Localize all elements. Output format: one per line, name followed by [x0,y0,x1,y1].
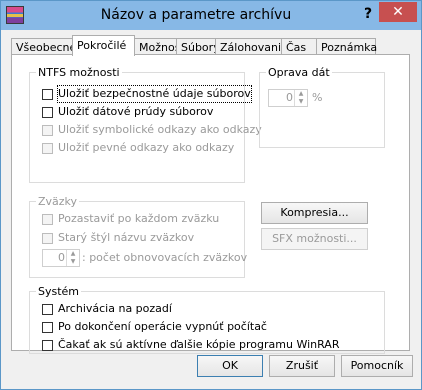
checkbox[interactable] [42,303,53,315]
spinner-value: 0 [58,251,65,264]
title-bar[interactable]: Názov a parametre archívu ? ✕ [1,1,421,30]
tab-backup[interactable]: Zálohovanie [215,38,288,55]
option-label: Starý štýl názvu zväzkov [58,231,195,244]
dialog-client: Všeobecné Pokročilé Možnosti Súbory Zálo… [1,30,421,389]
checkbox [42,232,53,244]
option-label: Uložiť dátové prúdy súborov [58,105,214,118]
ntfs-option-symlinks: Uložiť symbolické odkazy ako odkazy [42,122,262,138]
spin-down-icon: ▼ [298,98,304,105]
tab-files[interactable]: Súbory [176,38,220,55]
tab-strip: Všeobecné Pokročilé Možnosti Súbory Zálo… [1,30,421,56]
option-label: Uložiť symbolické odkazy ako odkazy [58,123,262,136]
option-label: Uložiť bezpečnostné údaje súborov [57,85,252,103]
tab-options[interactable]: Možnosti [134,38,188,55]
checkbox[interactable] [42,106,53,118]
system-option-shutdown[interactable]: Po dokončení operácie vypnúť počítač [42,319,267,335]
sfx-options-button: SFX možnosti... [261,228,368,250]
tab-comment[interactable]: Poznámka [316,38,377,55]
close-icon[interactable]: ✕ [379,2,417,22]
checkbox [42,142,53,154]
spinner-arrows: ▲ ▼ [66,250,79,266]
ntfs-options-group: NTFS možnosti Uložiť bezpečnostné údaje … [29,66,262,183]
spin-down-icon: ▼ [70,258,76,265]
recovery-group-title: Oprava dát [266,66,332,79]
ntfs-option-security[interactable]: Uložiť bezpečnostné údaje súborov [42,85,252,103]
volumes-group-title: Zväzky [36,195,80,208]
ntfs-option-hardlinks: Uložiť pevné odkazy ako odkazy [42,140,234,156]
checkbox[interactable] [42,339,53,351]
checkbox [42,124,53,136]
dialog-window: Názov a parametre archívu ? ✕ Všeobecné … [0,0,422,390]
ok-button[interactable]: OK [197,355,263,377]
help-icon[interactable]: ? [357,4,379,24]
help-button[interactable]: Pomocník [341,355,413,377]
option-label: Uložiť pevné odkazy ako odkazy [58,141,235,154]
cancel-button[interactable]: Zrušiť [269,355,335,377]
checkbox[interactable] [42,88,53,100]
tab-general[interactable]: Všeobecné [11,38,76,55]
checkbox [42,213,53,225]
window-title: Názov a parametre archívu [100,7,292,23]
tab-advanced[interactable]: Pokročilé [72,35,135,56]
system-group-title: Systém [36,285,82,298]
option-label: Pozastaviť po každom zväzku [58,212,220,225]
volumes-group: Zväzky Pozastaviť po každom zväzku Starý… [29,195,248,278]
volumes-option-old-style: Starý štýl názvu zväzkov [42,230,194,246]
spinner-value: 0 [286,91,293,104]
advanced-tab-panel: NTFS možnosti Uložiť bezpečnostné údaje … [11,54,410,354]
recovery-volumes-spinner: 0 ▲ ▼ [42,249,80,267]
option-label: Po dokončení operácie vypnúť počítač [58,320,267,333]
spinner-arrows: ▲ ▼ [294,90,307,106]
system-option-background[interactable]: Archivácia na pozadí [42,301,172,317]
recovery-percent-spinner: 0 ▲ ▼ [268,89,308,107]
tab-time[interactable]: Čas [281,38,317,55]
option-label: Čakať ak sú aktívne ďalšie kópie program… [58,338,340,351]
ntfs-group-title: NTFS možnosti [36,66,122,79]
checkbox[interactable] [42,321,53,333]
winrar-app-icon [6,6,24,24]
spin-up-icon: ▲ [298,90,304,97]
ntfs-option-streams[interactable]: Uložiť dátové prúdy súborov [42,104,213,120]
system-option-wait[interactable]: Čakať ak sú aktívne ďalšie kópie program… [42,337,339,353]
option-label: Archivácia na pozadí [58,302,172,315]
recovery-group: Oprava dát 0 ▲ ▼ % [259,66,385,148]
recovery-unit: % [312,91,323,104]
recovery-volumes-label: : počet obnovovacích zväzkov [82,251,248,264]
spin-up-icon: ▲ [70,250,76,257]
compression-button[interactable]: Kompresia... [261,202,368,224]
volumes-option-pause: Pozastaviť po každom zväzku [42,211,219,227]
system-group: Systém Archivácia na pozadí Po dokončení… [29,285,385,354]
